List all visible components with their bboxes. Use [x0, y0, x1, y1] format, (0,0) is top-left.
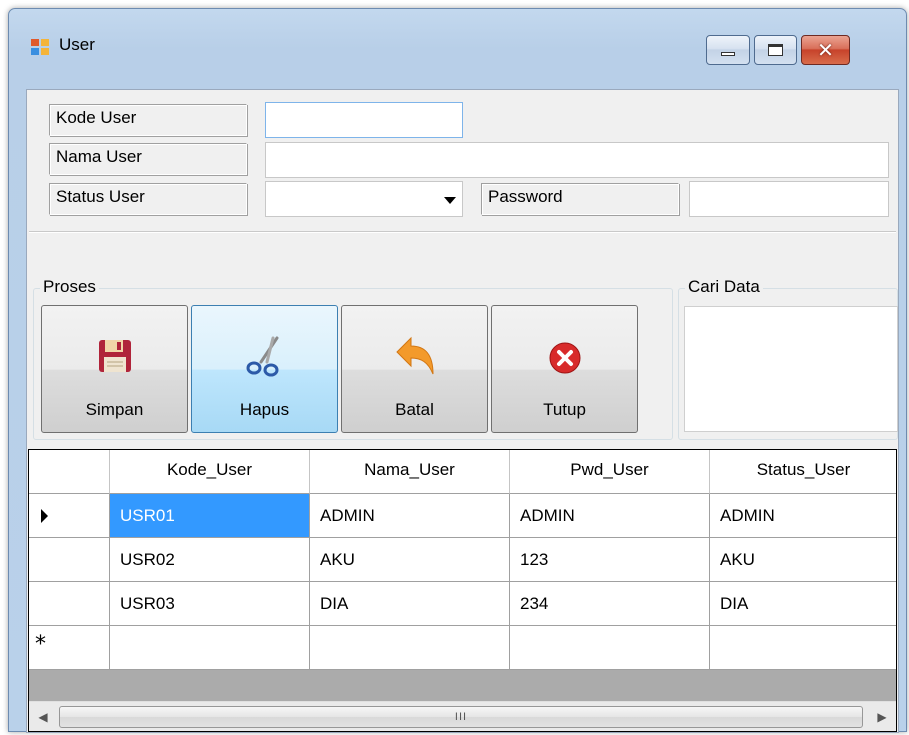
- scroll-grip: III: [454, 711, 468, 723]
- row-header[interactable]: [29, 494, 110, 538]
- proses-group-title: Proses: [40, 277, 99, 297]
- new-row-icon: *: [35, 632, 46, 657]
- cell-nama-user[interactable]: AKU: [310, 538, 510, 582]
- cell-kode-user[interactable]: USR03: [110, 582, 310, 626]
- maximize-button[interactable]: [754, 35, 797, 65]
- grid-corner-cell[interactable]: [29, 450, 110, 494]
- scroll-left-icon[interactable]: ◀: [29, 702, 57, 731]
- column-header-status-user[interactable]: Status_User: [710, 450, 896, 494]
- save-icon: [98, 340, 131, 372]
- new-cell-pwd-user[interactable]: [510, 626, 710, 670]
- row-header[interactable]: [29, 582, 110, 626]
- cell-pwd-user[interactable]: 123: [510, 538, 710, 582]
- simpan-label: Simpan: [85, 400, 144, 419]
- password-input[interactable]: [689, 181, 889, 217]
- input-panel: Kode User Nama User Status User Password: [29, 92, 896, 232]
- tutup-label: Tutup: [543, 400, 586, 419]
- maximize-icon: [768, 44, 783, 56]
- new-cell-nama-user[interactable]: [310, 626, 510, 670]
- status-user-label: Status User: [49, 183, 247, 215]
- current-row-icon: [41, 509, 48, 523]
- title-bar[interactable]: User ✕: [9, 9, 906, 89]
- batal-button[interactable]: Batal: [341, 305, 488, 433]
- hapus-label: Hapus: [239, 400, 290, 419]
- app-icon: [31, 39, 51, 55]
- cell-kode-user[interactable]: USR02: [110, 538, 310, 582]
- cell-status-user[interactable]: DIA: [710, 582, 896, 626]
- nama-user-label: Nama User: [49, 143, 247, 175]
- table-row[interactable]: USR02 AKU 123 AKU: [29, 538, 896, 582]
- user-data-grid[interactable]: Kode_User Nama_User Pwd_User Status_User…: [28, 449, 897, 732]
- hapus-button[interactable]: Hapus: [191, 305, 338, 433]
- cari-data-input[interactable]: [684, 306, 898, 432]
- kode-user-input[interactable]: [265, 102, 463, 138]
- cell-kode-user[interactable]: USR01: [110, 494, 310, 538]
- table-row[interactable]: USR01 ADMIN ADMIN ADMIN: [29, 494, 896, 538]
- row-header[interactable]: *: [29, 626, 110, 670]
- scissors-icon: [246, 336, 278, 377]
- window-title: User: [59, 35, 95, 54]
- batal-label: Batal: [395, 400, 434, 419]
- cell-status-user[interactable]: AKU: [710, 538, 896, 582]
- client-area: Kode User Nama User Status User Password…: [26, 89, 899, 733]
- new-row[interactable]: *: [29, 626, 896, 670]
- cell-status-user[interactable]: ADMIN: [710, 494, 896, 538]
- horizontal-scrollbar[interactable]: ◀ III ▶: [29, 701, 896, 731]
- cell-pwd-user[interactable]: 234: [510, 582, 710, 626]
- row-header[interactable]: [29, 538, 110, 582]
- column-header-kode-user[interactable]: Kode_User: [110, 450, 310, 494]
- cell-pwd-user[interactable]: ADMIN: [510, 494, 710, 538]
- grid-header-row: Kode_User Nama_User Pwd_User Status_User: [29, 450, 896, 494]
- tutup-button[interactable]: Tutup: [491, 305, 638, 433]
- cari-data-title: Cari Data: [685, 277, 763, 297]
- close-button[interactable]: ✕: [801, 35, 850, 65]
- minimize-button[interactable]: [706, 35, 750, 65]
- scroll-right-icon[interactable]: ▶: [868, 702, 896, 731]
- scroll-thumb[interactable]: III: [59, 706, 863, 728]
- column-header-pwd-user[interactable]: Pwd_User: [510, 450, 710, 494]
- nama-user-input[interactable]: [265, 142, 889, 178]
- chevron-down-icon[interactable]: [444, 197, 456, 204]
- cell-nama-user[interactable]: ADMIN: [310, 494, 510, 538]
- minimize-icon: [721, 52, 735, 56]
- cell-nama-user[interactable]: DIA: [310, 582, 510, 626]
- new-cell-status-user[interactable]: [710, 626, 896, 670]
- user-window: User ✕ Kode User Nama User Status User P…: [8, 8, 907, 733]
- simpan-button[interactable]: Simpan: [41, 305, 188, 433]
- kode-user-label: Kode User: [49, 104, 247, 136]
- close-icon: ✕: [817, 38, 834, 62]
- table-row[interactable]: USR03 DIA 234 DIA: [29, 582, 896, 626]
- close-circle-icon: [549, 342, 580, 374]
- status-user-combo[interactable]: [265, 181, 463, 217]
- new-cell-kode-user[interactable]: [110, 626, 310, 670]
- undo-arrow-icon: [395, 336, 433, 375]
- column-header-nama-user[interactable]: Nama_User: [310, 450, 510, 494]
- password-label: Password: [481, 183, 679, 215]
